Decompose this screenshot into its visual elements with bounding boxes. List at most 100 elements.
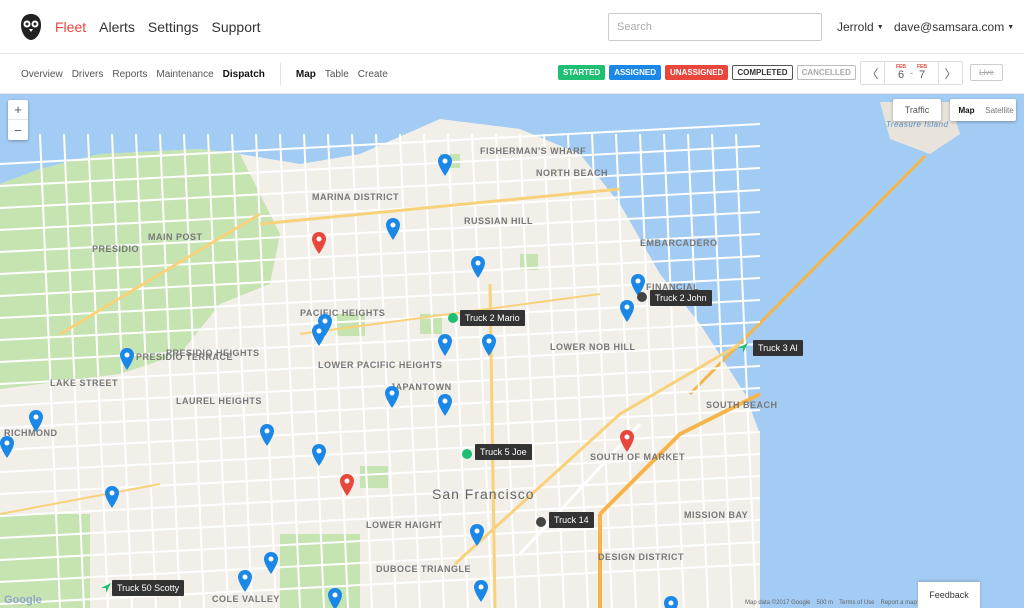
assigned-stop-pin[interactable] <box>120 348 134 370</box>
assigned-stop-pin[interactable] <box>385 386 399 408</box>
truck-label[interactable]: Truck 3 Al <box>753 340 803 356</box>
neighborhood-label: DUBOCE TRIANGLE <box>376 564 471 574</box>
primary-nav: Fleet Alerts Settings Support <box>55 0 261 54</box>
assigned-stop-pin[interactable] <box>482 334 496 356</box>
assigned-stop-pin[interactable] <box>386 218 400 240</box>
assigned-stop-pin[interactable] <box>238 570 252 592</box>
map-type-satellite-button[interactable]: Satellite <box>983 99 1016 121</box>
neighborhood-label: PACIFIC HEIGHTS <box>300 308 386 318</box>
neighborhood-label: PRESIDIO TERRACE <box>136 352 234 362</box>
nav-fleet[interactable]: Fleet <box>55 19 86 35</box>
account-email: dave@samsara.com <box>894 20 1005 34</box>
live-button[interactable]: Live <box>970 64 1003 81</box>
zoom-in-button[interactable]: + <box>8 100 28 120</box>
zoom-control: + − <box>8 100 28 140</box>
date-range-picker: 〈 FEB 6 - FEB 7 〉 <box>860 61 963 85</box>
neighborhood-label: FISHERMAN'S WHARF <box>480 146 587 156</box>
assigned-stop-pin[interactable] <box>474 580 488 602</box>
view-table[interactable]: Table <box>325 69 349 80</box>
neighborhood-label: NORTH BEACH <box>536 168 608 178</box>
start-date: FEB 6 <box>896 65 906 81</box>
truck-heading-arrow-icon[interactable] <box>737 342 749 354</box>
map-base-layer <box>0 94 1024 608</box>
assigned-stop-pin[interactable] <box>471 256 485 278</box>
subnav-reports[interactable]: Reports <box>112 69 147 80</box>
assigned-stop-pin[interactable] <box>664 596 678 608</box>
start-day: 6 <box>897 69 905 81</box>
assigned-stop-pin[interactable] <box>470 524 484 546</box>
nav-settings[interactable]: Settings <box>148 19 199 35</box>
org-name: Jerrold <box>837 20 874 34</box>
assigned-stop-pin[interactable] <box>29 410 43 432</box>
chevron-left-icon: 〈 <box>866 66 879 81</box>
street <box>0 541 761 583</box>
truck-location-dot[interactable] <box>536 517 546 527</box>
search-input[interactable] <box>608 13 822 41</box>
view-map[interactable]: Map <box>296 69 316 80</box>
chevron-right-icon: 〉 <box>944 66 957 81</box>
top-bar: Fleet Alerts Settings Support Jerrold▼ dave… <box>0 0 1024 54</box>
assigned-stop-pin[interactable] <box>105 486 119 508</box>
org-dropdown[interactable]: Jerrold ▼ <box>837 0 884 54</box>
fleet-map[interactable]: FISHERMAN'S WHARF NORTH BEACH MARINA DISTR… <box>0 94 1024 608</box>
street <box>495 133 517 608</box>
neighborhood-label: MARINA DISTRICT <box>312 192 400 202</box>
map-type-map-button[interactable]: Map <box>950 99 983 121</box>
unassigned-stop-pin[interactable] <box>340 474 354 496</box>
truck-location-dot[interactable] <box>448 313 458 323</box>
assigned-stop-pin[interactable] <box>312 444 326 466</box>
truck-label[interactable]: Truck 2 Mario <box>460 310 525 326</box>
truck-label[interactable]: Truck 5 Joe <box>475 444 532 460</box>
filter-cancelled[interactable]: CANCELLED <box>796 65 856 80</box>
filter-assigned[interactable]: ASSIGNED <box>609 65 661 80</box>
subnav-overview[interactable]: Overview <box>21 69 63 80</box>
truck-heading-arrow-icon[interactable] <box>100 582 112 594</box>
assigned-stop-pin[interactable] <box>260 424 274 446</box>
unassigned-stop-pin[interactable] <box>312 232 326 254</box>
next-date-button[interactable]: 〉 <box>938 62 962 84</box>
assigned-stop-pin[interactable] <box>620 300 634 322</box>
subnav-drivers[interactable]: Drivers <box>72 69 104 80</box>
street <box>399 133 421 608</box>
filter-completed[interactable]: COMPLETED <box>732 65 793 80</box>
assigned-stop-pin[interactable] <box>438 394 452 416</box>
neighborhood-label: LOWER PACIFIC HEIGHTS <box>318 360 443 370</box>
truck-location-dot[interactable] <box>637 292 647 302</box>
neighborhood-label: LOWER HAIGHT <box>366 520 443 530</box>
street <box>543 133 565 608</box>
filter-started[interactable]: STARTED <box>558 65 606 80</box>
truck-label[interactable]: Truck 2 John <box>650 290 712 306</box>
truck-label[interactable]: Truck 50 Scotty <box>112 580 185 596</box>
assigned-stop-pin[interactable] <box>312 324 326 346</box>
neighborhood-label: Treasure Island <box>886 120 949 129</box>
map-attribution: Map data ©2017 Google 500 m Terms of Use Re… <box>745 600 937 606</box>
subnav-maintenance[interactable]: Maintenance <box>156 69 213 80</box>
section-nav: Overview Drivers Reports Maintenance Dispatc… <box>21 54 388 94</box>
truck-label[interactable]: Truck 14 <box>549 512 594 528</box>
zoom-out-button[interactable]: − <box>8 120 28 140</box>
assigned-stop-pin[interactable] <box>264 552 278 574</box>
nav-support[interactable]: Support <box>212 19 261 35</box>
attribution-item[interactable]: Terms of Use <box>839 600 874 606</box>
assigned-stop-pin[interactable] <box>0 436 14 458</box>
view-create[interactable]: Create <box>358 69 388 80</box>
neighborhood-label: COLE VALLEY <box>212 594 280 604</box>
neighborhood-label: JAPANTOWN <box>390 382 452 392</box>
date-range-display[interactable]: FEB 6 - FEB 7 <box>885 65 938 81</box>
truck-location-dot[interactable] <box>462 449 472 459</box>
filter-unassigned[interactable]: UNASSIGNED <box>664 65 729 80</box>
nav-alerts[interactable]: Alerts <box>99 19 135 35</box>
owl-logo-icon[interactable] <box>20 13 42 41</box>
account-dropdown[interactable]: dave@samsara.com ▼ <box>894 0 1014 54</box>
assigned-stop-pin[interactable] <box>438 154 452 176</box>
unassigned-stop-pin[interactable] <box>620 430 634 452</box>
prev-date-button[interactable]: 〈 <box>861 62 885 84</box>
street <box>375 133 397 608</box>
assigned-stop-pin[interactable] <box>438 334 452 356</box>
assigned-stop-pin[interactable] <box>328 588 342 608</box>
city-label: San Francisco <box>432 486 535 502</box>
feedback-button[interactable]: Feedback <box>918 582 980 608</box>
traffic-toggle-button[interactable]: Traffic <box>893 99 941 121</box>
neighborhood-label: SOUTH BEACH <box>706 400 778 410</box>
subnav-dispatch[interactable]: Dispatch <box>223 69 265 80</box>
